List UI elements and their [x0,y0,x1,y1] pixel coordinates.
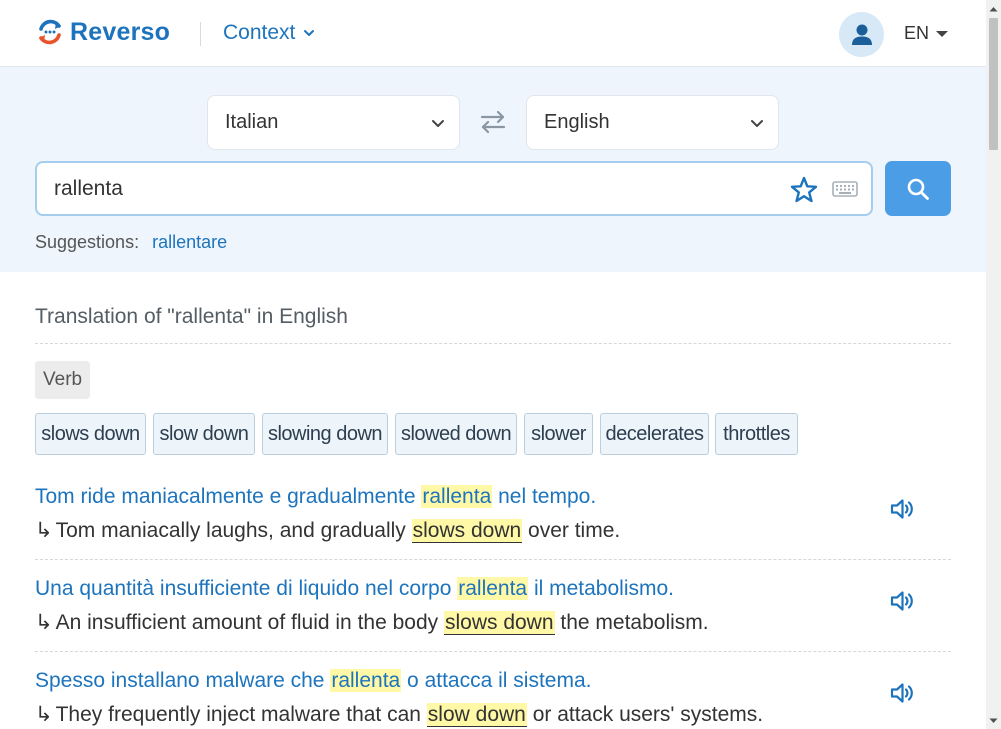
source-text: Spesso installano malware che [35,669,331,692]
example-source[interactable]: Una quantità insufficiente di liquido ne… [35,575,951,603]
speaker-icon[interactable] [889,680,915,706]
divider [35,343,951,344]
target-highlight: slows down [443,611,555,635]
target-text: An insufficient amount of fluid in the b… [55,611,444,634]
suggestions-label: Suggestions: [35,232,140,252]
source-highlight: rallenta [421,485,493,508]
example-item: Una quantità insufficiente di liquido ne… [35,575,951,637]
reply-arrow-icon: ↳ [35,519,53,542]
translation-chip[interactable]: slowing down [262,413,388,455]
source-text: o attacca il sistema. [401,669,592,692]
speaker-icon[interactable] [889,496,915,522]
reverso-logo-icon [39,19,61,45]
ui-language-label: EN [904,23,930,43]
caret-down-icon [936,30,949,37]
target-text: over time. [522,519,621,542]
page-scrollbar[interactable] [986,0,1001,729]
top-header: Reverso Context EN [0,0,986,67]
product-menu[interactable]: Context [223,21,315,45]
example-source[interactable]: Tom ride maniacalmente e gradualmente ra… [35,483,951,511]
translation-chip[interactable]: decelerates [600,413,709,455]
source-text: Una quantità insufficiente di liquido ne… [35,577,458,600]
target-text: Tom maniacally laughs, and gradually [55,519,412,542]
target-highlight: slow down [426,703,527,727]
translation-chip[interactable]: slows down [35,413,146,455]
source-text: il metabolismo. [528,577,675,600]
target-language-select[interactable]: English [526,95,779,150]
search-input[interactable] [54,175,754,203]
user-icon [851,24,872,45]
suggestion-link[interactable]: rallentare [152,232,227,253]
scroll-up-arrow-icon[interactable] [986,0,1001,17]
star-icon[interactable] [789,175,819,205]
example-item: Tom ride maniacalmente e gradualmente ra… [35,483,951,545]
header-divider [200,22,201,46]
user-avatar-button[interactable] [839,12,884,57]
swap-icon[interactable] [478,109,508,135]
source-text: nel tempo. [492,485,597,508]
source-highlight: rallenta [457,577,529,600]
source-language-select[interactable]: Italian [207,95,460,150]
divider [35,651,951,652]
suggestions: Suggestions: rallentare [35,232,227,253]
target-text: the metabolism. [554,611,709,634]
search-panel: Italian English rallenta Suggestions: ra… [0,67,986,272]
translation-chip[interactable]: throttles [715,413,798,455]
logo-text: Reverso [70,17,171,46]
translation-heading: Translation of "rallenta" in English [35,305,348,328]
reverso-logo[interactable]: Reverso [34,16,170,48]
speaker-icon[interactable] [889,588,915,614]
example-item: Spesso installano malware che rallenta o… [35,667,951,729]
translation-chip[interactable]: slow down [153,413,255,455]
search-button[interactable] [885,161,951,216]
keyboard-icon[interactable] [832,179,858,199]
scroll-down-arrow-icon[interactable] [986,712,1001,729]
reply-arrow-icon: ↳ [35,611,53,634]
translation-chip[interactable]: slower [524,413,593,455]
target-text: or attack users' systems. [526,703,764,726]
chevron-down-icon [432,120,444,127]
source-text: Tom ride maniacalmente e gradualmente [35,485,422,508]
target-highlight: slows down [411,519,523,543]
chevron-down-icon [304,30,315,36]
scroll-thumb[interactable] [989,18,998,150]
source-language-label: Italian [225,111,279,133]
example-target: ↳ They frequently inject malware that can… [35,701,951,729]
target-language-label: English [544,111,610,133]
example-target: ↳ Tom maniacally laughs, and gradually sl… [35,517,951,545]
search-icon [907,178,929,200]
source-highlight: rallenta [330,669,402,692]
search-box [35,161,873,216]
reply-arrow-icon: ↳ [35,703,53,726]
product-label: Context [223,21,296,44]
example-target: ↳ An insufficient amount of fluid in the … [35,609,951,637]
example-source[interactable]: Spesso installano malware che rallenta o… [35,667,951,695]
ui-language-selector[interactable]: EN [904,23,949,44]
translation-chip[interactable]: slowed down [395,413,517,455]
divider [35,559,951,560]
chevron-down-icon [751,120,763,127]
target-text: They frequently inject malware that can [55,703,427,726]
part-of-speech-badge: Verb [35,361,91,399]
